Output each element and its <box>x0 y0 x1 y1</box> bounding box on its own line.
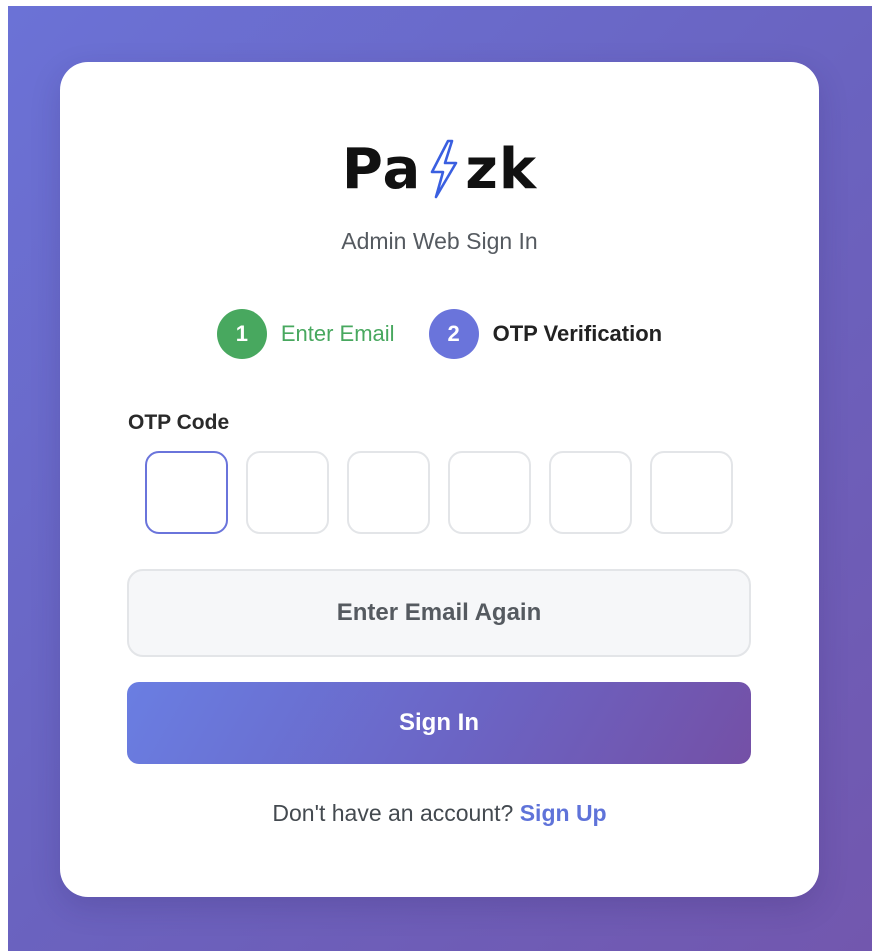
logo-text-suffix: zk <box>465 136 538 202</box>
step-number-badge: 2 <box>428 309 479 359</box>
step-label: Enter Email <box>280 321 395 346</box>
enter-email-again-button[interactable]: Enter Email Again <box>127 569 751 657</box>
otp-digit-input-5[interactable] <box>549 451 632 534</box>
sign-in-button[interactable]: Sign In <box>127 682 751 764</box>
page-subtitle: Admin Web Sign In <box>341 228 538 254</box>
step-enter-email: 1 Enter Email <box>216 309 395 359</box>
step-indicator: 1 Enter Email 2 OTP Verification <box>60 308 819 360</box>
otp-digit-input-4[interactable] <box>448 451 531 534</box>
sign-up-link[interactable]: Sign Up <box>520 800 607 826</box>
logo-text-prefix: Pa <box>341 136 422 202</box>
otp-digit-input-2[interactable] <box>246 451 329 534</box>
lightning-bolt-icon <box>430 139 458 199</box>
sign-in-card: Pa zk Admin Web Sign In 1 Enter Email 2 … <box>60 62 819 897</box>
otp-digit-input-3[interactable] <box>347 451 430 534</box>
otp-digit-input-1[interactable] <box>145 451 228 534</box>
otp-input-group <box>145 451 733 534</box>
sign-up-prompt-text: Don't have an account? <box>272 800 514 826</box>
step-otp-verification: 2 OTP Verification <box>428 309 663 359</box>
otp-code-label: OTP Code <box>128 411 230 434</box>
otp-digit-input-6[interactable] <box>650 451 733 534</box>
step-number-badge: 1 <box>216 309 267 359</box>
brand-logo: Pa zk <box>60 134 819 204</box>
step-label: OTP Verification <box>492 321 663 346</box>
sign-up-prompt: Don't have an account? Sign Up <box>60 800 819 827</box>
